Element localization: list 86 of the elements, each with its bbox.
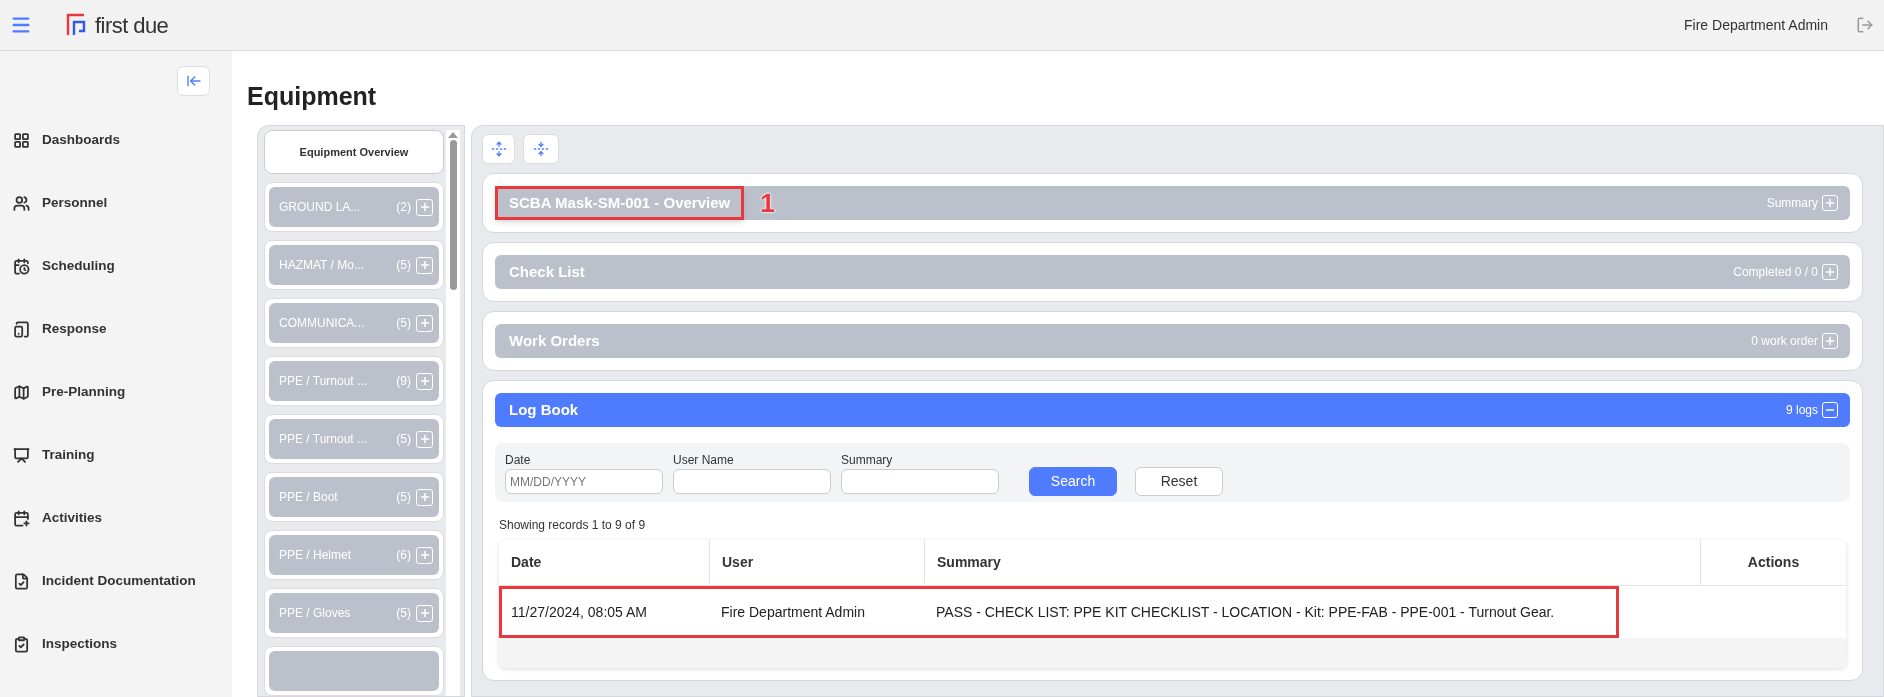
add-icon[interactable] bbox=[416, 314, 433, 332]
nav-item[interactable]: Response bbox=[13, 317, 232, 341]
device-icon bbox=[13, 320, 30, 338]
section-info: 9 logs bbox=[1785, 402, 1818, 419]
expand-arrows-icon bbox=[490, 141, 507, 157]
section-title: Log Book bbox=[509, 399, 579, 420]
category-name: HAZMAT / Mo... bbox=[279, 257, 365, 274]
nav-item[interactable]: Dashboards bbox=[13, 128, 232, 152]
collapse-icon[interactable] bbox=[1822, 402, 1838, 418]
table-cell-text: Fire Department Admin bbox=[720, 602, 866, 622]
annotation-number: 1 bbox=[760, 190, 775, 216]
nav-item[interactable]: Training bbox=[13, 443, 232, 467]
section-header[interactable]: SCBA Mask-SM-001 - Overview 1 Summary bbox=[495, 186, 1850, 220]
filter-field[interactable] bbox=[841, 469, 999, 494]
user-name[interactable]: Fire Department Admin bbox=[1684, 14, 1828, 36]
calendar-icon bbox=[13, 509, 30, 527]
add-icon[interactable] bbox=[416, 372, 433, 390]
filter-field[interactable] bbox=[673, 469, 831, 494]
add-icon[interactable] bbox=[416, 488, 433, 506]
category-count: (2) bbox=[396, 199, 411, 216]
map-icon bbox=[13, 383, 30, 401]
collapse-arrows-icon bbox=[533, 141, 549, 157]
add-icon[interactable] bbox=[416, 546, 433, 564]
add-icon[interactable] bbox=[416, 256, 433, 274]
category-name: PPE / Turnout ... bbox=[279, 431, 369, 448]
logo-icon bbox=[65, 13, 87, 37]
dashboard-icon bbox=[13, 131, 30, 149]
category-name: PPE / Boot bbox=[279, 489, 339, 506]
page-title: Equipment bbox=[247, 84, 378, 109]
section-info: Completed 0 / 0 bbox=[1733, 264, 1818, 281]
column-header: User bbox=[709, 540, 924, 585]
section-title: SCBA Mask-SM-001 - Overview bbox=[495, 185, 745, 221]
brand-name: first due bbox=[95, 11, 169, 40]
table-cell-text: PASS - CHECK LIST: PPE KIT CHECKLIST - LOCATION - Kit: PPE-FAB - PPE-001 - Turnout Gear. bbox=[935, 602, 1555, 622]
section-title: Check List bbox=[509, 261, 585, 282]
expand-icon[interactable] bbox=[1822, 264, 1838, 280]
section-header[interactable]: Log Book 9 logs bbox=[495, 393, 1850, 427]
category-count: (5) bbox=[396, 257, 411, 274]
collapse-sidebar-button[interactable] bbox=[177, 66, 210, 96]
filter-label: User Name bbox=[673, 452, 735, 469]
add-icon[interactable] bbox=[416, 430, 433, 448]
category-count: (5) bbox=[396, 605, 411, 622]
category-count: (6) bbox=[396, 547, 411, 564]
nav-item[interactable]: Activities bbox=[13, 506, 232, 530]
search-button[interactable]: Search bbox=[1029, 467, 1117, 496]
reset-button[interactable]: Reset bbox=[1135, 467, 1223, 496]
nav-item[interactable]: Incident Documentation bbox=[13, 569, 232, 593]
nav-item[interactable]: Inspections bbox=[13, 632, 232, 656]
expand-all-button[interactable] bbox=[482, 134, 515, 164]
menu-icon[interactable] bbox=[10, 14, 32, 36]
table-cell-text: 11/27/2024, 08:05 AM bbox=[510, 602, 648, 622]
filter-label: Summary bbox=[841, 452, 894, 469]
nav-item[interactable]: Pre-Planning bbox=[13, 380, 232, 404]
nav-item[interactable]: Personnel bbox=[13, 191, 232, 215]
section-info: 0 work order bbox=[1751, 333, 1818, 350]
collapse-all-button[interactable] bbox=[523, 134, 559, 164]
category-name: GROUND LA... bbox=[279, 199, 362, 216]
expand-icon[interactable] bbox=[1822, 333, 1838, 349]
filter-label: Date bbox=[505, 452, 532, 469]
people-icon bbox=[13, 194, 30, 212]
filter-field[interactable]: MM/DD/YYYY bbox=[505, 469, 663, 494]
section-title: Work Orders bbox=[509, 330, 600, 351]
column-header: Actions bbox=[1700, 540, 1846, 585]
category-name: PPE / Helmet bbox=[279, 547, 353, 564]
category-name: PPE / Turnout ... bbox=[279, 373, 369, 390]
nav-item[interactable]: Scheduling bbox=[13, 254, 232, 278]
expand-icon[interactable] bbox=[1822, 195, 1838, 211]
collapse-arrow-icon bbox=[185, 73, 202, 89]
add-icon[interactable] bbox=[416, 604, 433, 622]
presenter-icon bbox=[13, 446, 30, 464]
column-header: Summary bbox=[924, 540, 1700, 585]
column-header: Date bbox=[510, 553, 543, 572]
category-count: (5) bbox=[396, 489, 411, 506]
category-count: (5) bbox=[396, 315, 411, 332]
clipboard-check-icon bbox=[13, 635, 30, 653]
category-count: (5) bbox=[396, 431, 411, 448]
logout-icon[interactable] bbox=[1856, 16, 1874, 34]
records-count: Showing records 1 to 9 of 9 bbox=[499, 517, 647, 534]
calendar-icon bbox=[13, 257, 30, 275]
category-name: PPE / Gloves bbox=[279, 605, 352, 622]
category-name: COMMUNICA... bbox=[279, 315, 366, 332]
document-check-icon bbox=[13, 572, 30, 590]
add-icon[interactable] bbox=[416, 198, 433, 216]
equipment-overview-tab[interactable]: Equipment Overview bbox=[264, 130, 444, 174]
section-info: Summary bbox=[1766, 195, 1818, 212]
category-count: (9) bbox=[396, 373, 411, 390]
